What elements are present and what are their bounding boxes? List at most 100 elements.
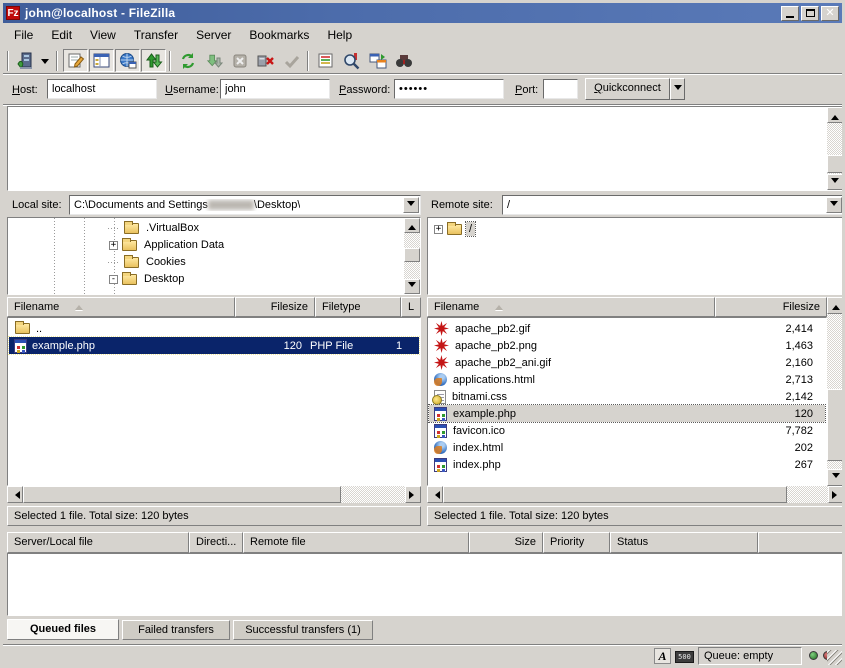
scroll-down-button[interactable] xyxy=(827,174,843,190)
tree-item-cookies[interactable]: Cookies xyxy=(108,255,189,269)
file-row[interactable]: applications.html 2,713 xyxy=(429,371,825,388)
column-header-size[interactable]: Size xyxy=(469,532,543,553)
file-size: 2,713 xyxy=(703,374,825,386)
remote-list-hscrollbar[interactable] xyxy=(427,486,844,503)
cancel-button[interactable] xyxy=(227,49,252,72)
remote-site-combo[interactable]: / xyxy=(502,195,844,215)
refresh-button[interactable] xyxy=(175,49,200,72)
column-header-filetype[interactable]: Filetype xyxy=(315,297,401,317)
file-row-selected[interactable]: example.php 120 xyxy=(429,405,825,422)
column-header-server-local-file[interactable]: Server/Local file xyxy=(7,532,189,553)
scroll-left-button[interactable] xyxy=(427,486,443,503)
scroll-up-button[interactable] xyxy=(827,107,843,123)
quickconnect-dropdown-button[interactable] xyxy=(670,78,685,100)
folder-icon xyxy=(15,323,30,334)
file-row[interactable]: apache_pb2.gif 2,414 xyxy=(429,320,825,337)
scroll-right-button[interactable] xyxy=(405,486,421,503)
tab-failed-transfers[interactable]: Failed transfers xyxy=(122,620,230,640)
collapse-icon[interactable]: - xyxy=(109,275,118,284)
file-row[interactable]: favicon.ico 7,782 xyxy=(429,422,825,439)
resize-grip[interactable] xyxy=(827,650,842,665)
column-header-remote-file[interactable]: Remote file xyxy=(243,532,469,553)
file-row-selected[interactable]: example.php 120 PHP File 1 xyxy=(9,337,419,354)
queue-list[interactable] xyxy=(7,553,844,616)
expand-icon[interactable]: + xyxy=(434,225,443,234)
expand-icon[interactable]: + xyxy=(109,241,118,250)
scroll-down-button[interactable] xyxy=(827,469,844,486)
tree-item-application-data[interactable]: + Application Data xyxy=(109,238,227,252)
log-scrollbar[interactable] xyxy=(827,107,843,190)
disconnect-button[interactable] xyxy=(253,49,278,72)
menu-bookmarks[interactable]: Bookmarks xyxy=(240,26,318,44)
username-input[interactable] xyxy=(220,79,330,99)
column-header-filename[interactable]: Filename xyxy=(7,297,235,317)
file-row[interactable]: bitnami.css 2,142 xyxy=(429,388,825,405)
scroll-right-button[interactable] xyxy=(828,486,844,503)
site-manager-dropdown-button[interactable] xyxy=(38,49,51,72)
toggle-remote-tree-button[interactable] xyxy=(115,49,140,72)
directory-comparison-button[interactable] xyxy=(339,49,364,72)
tree-item-desktop[interactable]: - Desktop xyxy=(109,272,187,286)
file-row[interactable]: index.php 267 xyxy=(429,456,825,473)
process-queue-button[interactable] xyxy=(201,49,226,72)
toggle-local-tree-button[interactable] xyxy=(89,49,114,72)
quickconnect-button[interactable]: Quickconnect xyxy=(585,78,670,100)
remote-list-scrollbar[interactable] xyxy=(827,297,844,486)
column-header-status[interactable]: Status xyxy=(610,532,758,553)
reconnect-icon xyxy=(283,52,301,70)
file-size: 120 xyxy=(703,408,825,420)
remote-site-dropdown-button[interactable] xyxy=(826,197,842,213)
host-input[interactable] xyxy=(47,79,157,99)
column-header-filename[interactable]: Filename xyxy=(427,297,715,317)
local-list-hscrollbar[interactable] xyxy=(7,486,421,503)
column-header-last-modified[interactable]: L xyxy=(401,297,421,317)
filter-button[interactable] xyxy=(313,49,338,72)
filter-icon xyxy=(317,52,335,70)
tab-queued-files[interactable]: Queued files xyxy=(7,619,119,640)
menu-view[interactable]: View xyxy=(81,26,125,44)
local-site-dropdown-button[interactable] xyxy=(403,197,419,213)
toggle-transfer-queue-button[interactable] xyxy=(141,49,166,72)
scrollbar-thumb[interactable] xyxy=(827,389,844,461)
menu-transfer[interactable]: Transfer xyxy=(125,26,187,44)
column-header-filesize[interactable]: Filesize xyxy=(715,297,827,317)
data-type-indicator-icon: A xyxy=(654,648,671,664)
file-row-parent[interactable]: .. xyxy=(9,320,419,337)
password-input[interactable] xyxy=(394,79,504,99)
menu-file[interactable]: File xyxy=(5,26,42,44)
scrollbar-thumb[interactable] xyxy=(404,248,420,262)
local-tree-scrollbar[interactable] xyxy=(404,218,420,294)
file-row[interactable]: index.html 202 xyxy=(429,439,825,456)
local-site-combo[interactable]: C:\Documents and Settings\Desktop\ xyxy=(69,195,421,215)
port-input[interactable] xyxy=(543,79,578,99)
scrollbar-thumb[interactable] xyxy=(827,155,843,173)
scrollbar-thumb[interactable] xyxy=(23,486,341,503)
file-row[interactable]: apache_pb2_ani.gif 2,160 xyxy=(429,354,825,371)
scroll-left-button[interactable] xyxy=(7,486,23,503)
menu-help[interactable]: Help xyxy=(318,26,361,44)
column-header-direction[interactable]: Directi... xyxy=(189,532,243,553)
file-name: .. xyxy=(36,323,419,335)
close-button[interactable]: ✕ xyxy=(821,6,839,21)
title-bar[interactable]: Fz john@localhost - FileZilla ✕ xyxy=(3,3,842,23)
find-files-button[interactable] xyxy=(391,49,416,72)
tab-successful-transfers[interactable]: Successful transfers (1) xyxy=(233,620,373,640)
column-header-priority[interactable]: Priority xyxy=(543,532,610,553)
minimize-button[interactable] xyxy=(781,6,799,21)
scroll-down-button[interactable] xyxy=(404,279,420,294)
message-log-icon xyxy=(67,52,85,70)
tree-item-virtualbox[interactable]: .VirtualBox xyxy=(108,221,202,235)
maximize-button[interactable] xyxy=(801,6,819,21)
menu-edit[interactable]: Edit xyxy=(42,26,81,44)
scroll-up-button[interactable] xyxy=(827,297,844,314)
column-header-filesize[interactable]: Filesize xyxy=(235,297,315,317)
toggle-message-log-button[interactable] xyxy=(63,49,88,72)
menu-server[interactable]: Server xyxy=(187,26,240,44)
file-row[interactable]: apache_pb2.png 1,463 xyxy=(429,337,825,354)
reconnect-button[interactable] xyxy=(279,49,304,72)
synchronized-browsing-button[interactable] xyxy=(365,49,390,72)
site-manager-button[interactable] xyxy=(12,49,37,72)
tree-item-root[interactable]: + / xyxy=(434,222,475,236)
scrollbar-thumb[interactable] xyxy=(443,486,787,503)
scroll-up-button[interactable] xyxy=(404,218,420,233)
